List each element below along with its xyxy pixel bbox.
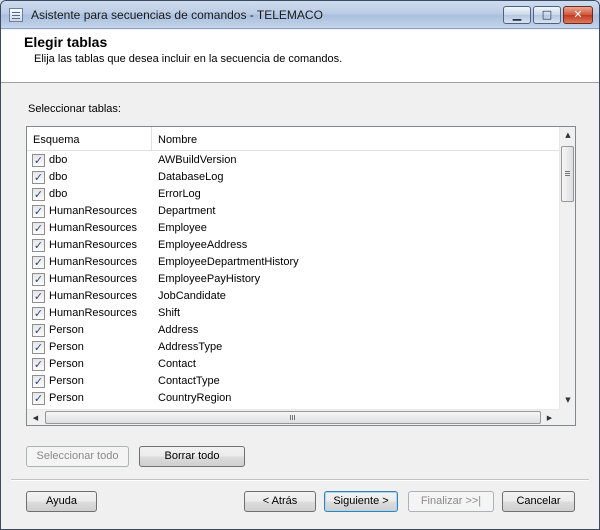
cell-schema: HumanResources bbox=[49, 273, 138, 285]
row-checkbox[interactable]: ✓ bbox=[32, 222, 45, 235]
table-row[interactable]: ✓ dbo DatabaseLog bbox=[27, 169, 559, 186]
row-checkbox[interactable]: ✓ bbox=[32, 256, 45, 269]
table-row[interactable]: ✓ Person Contact bbox=[27, 356, 559, 373]
cancel-button[interactable]: Cancelar bbox=[502, 491, 575, 512]
app-icon bbox=[9, 8, 23, 22]
next-button[interactable]: Siguiente > bbox=[324, 491, 398, 512]
cell-schema: Person bbox=[49, 358, 84, 370]
row-checkbox[interactable]: ✓ bbox=[32, 290, 45, 303]
cell-name: Employee bbox=[158, 222, 207, 234]
table-row[interactable]: ✓ HumanResources EmployeeAddress bbox=[27, 237, 559, 254]
cell-name: Address bbox=[158, 324, 199, 336]
vertical-scrollbar[interactable]: ▲ ▼ bbox=[559, 127, 575, 409]
row-checkbox[interactable]: ✓ bbox=[32, 392, 45, 405]
scroll-right-icon[interactable]: ▶ bbox=[541, 410, 558, 425]
row-checkbox[interactable]: ✓ bbox=[32, 154, 45, 167]
grid-header: Esquema Nombre bbox=[27, 127, 559, 151]
row-checkbox[interactable]: ✓ bbox=[32, 205, 45, 218]
wizard-header: Elegir tablas Elija las tablas que desea… bbox=[1, 30, 599, 83]
cell-schema: Person bbox=[49, 392, 84, 404]
row-checkbox[interactable]: ✓ bbox=[32, 171, 45, 184]
page-title: Elegir tablas bbox=[24, 34, 108, 50]
cell-schema: dbo bbox=[49, 154, 68, 166]
cell-schema: HumanResources bbox=[49, 290, 138, 302]
table-row[interactable]: ✓ HumanResources EmployeeDepartmentHistory bbox=[27, 254, 559, 271]
separator bbox=[11, 479, 589, 481]
cell-schema: dbo bbox=[49, 171, 68, 183]
cell-name: EmployeeAddress bbox=[158, 239, 248, 251]
cell-schema: HumanResources bbox=[49, 205, 138, 217]
help-button[interactable]: Ayuda bbox=[26, 491, 97, 512]
table-row[interactable]: ✓ HumanResources JobCandidate bbox=[27, 288, 559, 305]
cell-name: EmployeePayHistory bbox=[158, 273, 261, 285]
table-row[interactable]: ✓ HumanResources Shift bbox=[27, 305, 559, 322]
row-checkbox[interactable]: ✓ bbox=[32, 341, 45, 354]
row-checkbox[interactable]: ✓ bbox=[32, 375, 45, 388]
table-row[interactable]: ✓ Person AddressType bbox=[27, 339, 559, 356]
minimize-button[interactable]: ▁ bbox=[503, 6, 531, 24]
wizard-window: Asistente para secuencias de comandos - … bbox=[0, 0, 600, 530]
cell-schema: dbo bbox=[49, 188, 68, 200]
scroll-left-icon[interactable]: ◀ bbox=[27, 410, 44, 425]
cell-schema: HumanResources bbox=[49, 222, 138, 234]
table-row[interactable]: ✓ dbo ErrorLog bbox=[27, 186, 559, 203]
table-row[interactable]: ✓ HumanResources EmployeePayHistory bbox=[27, 271, 559, 288]
scrollbar-corner bbox=[559, 409, 575, 425]
cell-name: Department bbox=[158, 205, 216, 217]
window-title: Asistente para secuencias de comandos - … bbox=[31, 8, 323, 22]
table-row[interactable]: ✓ HumanResources Department bbox=[27, 203, 559, 220]
finish-button[interactable]: Finalizar >>| bbox=[408, 491, 494, 512]
title-bar[interactable]: Asistente para secuencias de comandos - … bbox=[1, 1, 599, 29]
clear-all-button[interactable]: Borrar todo bbox=[139, 446, 245, 467]
select-all-button[interactable]: Seleccionar todo bbox=[26, 446, 129, 467]
horizontal-scrollbar[interactable]: ◀ ▶ bbox=[27, 409, 559, 425]
cell-name: Contact bbox=[158, 358, 196, 370]
row-checkbox[interactable]: ✓ bbox=[32, 324, 45, 337]
row-checkbox[interactable]: ✓ bbox=[32, 307, 45, 320]
column-header-schema[interactable]: Esquema bbox=[27, 127, 152, 151]
row-checkbox[interactable]: ✓ bbox=[32, 273, 45, 286]
cell-name: Shift bbox=[158, 307, 181, 319]
select-tables-label: Seleccionar tablas: bbox=[28, 103, 121, 115]
cell-schema: Person bbox=[49, 324, 84, 336]
row-checkbox[interactable]: ✓ bbox=[32, 239, 45, 252]
close-button[interactable]: ✕ bbox=[563, 6, 593, 24]
cell-name: JobCandidate bbox=[158, 290, 226, 302]
back-button[interactable]: < Atrás bbox=[244, 491, 316, 512]
row-checkbox[interactable]: ✓ bbox=[32, 358, 45, 371]
cell-schema: Person bbox=[49, 375, 84, 387]
cell-name: DatabaseLog bbox=[158, 171, 224, 183]
scroll-up-icon[interactable]: ▲ bbox=[560, 127, 575, 144]
table-row[interactable]: ✓ Person Address bbox=[27, 322, 559, 339]
maximize-button[interactable]: □ bbox=[533, 6, 561, 24]
column-header-name[interactable]: Nombre bbox=[152, 127, 559, 151]
table-row[interactable]: ✓ Person CountryRegion bbox=[27, 390, 559, 407]
cell-name: AWBuildVersion bbox=[158, 154, 237, 166]
scroll-down-icon[interactable]: ▼ bbox=[560, 392, 575, 409]
cell-schema: HumanResources bbox=[49, 307, 138, 319]
cell-schema: HumanResources bbox=[49, 256, 138, 268]
cell-schema: Person bbox=[49, 341, 84, 353]
row-checkbox[interactable]: ✓ bbox=[32, 188, 45, 201]
cell-schema: HumanResources bbox=[49, 239, 138, 251]
cell-name: EmployeeDepartmentHistory bbox=[158, 256, 299, 268]
cell-name: ErrorLog bbox=[158, 188, 201, 200]
horizontal-scroll-thumb[interactable] bbox=[45, 411, 541, 424]
vertical-scroll-thumb[interactable] bbox=[561, 146, 574, 202]
page-subtitle: Elija las tablas que desea incluir en la… bbox=[34, 53, 343, 65]
cell-name: CountryRegion bbox=[158, 392, 232, 404]
cell-name: AddressType bbox=[158, 341, 223, 353]
table-row[interactable]: ✓ Person ContactType bbox=[27, 373, 559, 390]
table-row[interactable]: ✓ dbo AWBuildVersion bbox=[27, 152, 559, 169]
table-row[interactable]: ✓ HumanResources Employee bbox=[27, 220, 559, 237]
cell-name: ContactType bbox=[158, 375, 220, 387]
tables-grid[interactable]: Esquema Nombre ✓ dbo AWBuildVersion ✓ dbo Dat… bbox=[26, 126, 576, 426]
grid-rows: ✓ dbo AWBuildVersion ✓ dbo DatabaseLog ✓ dbo Err… bbox=[27, 152, 559, 407]
